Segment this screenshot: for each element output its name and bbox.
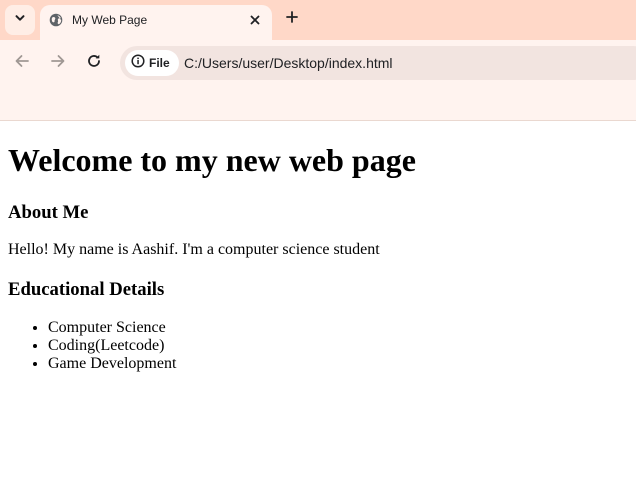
arrow-right-icon: [50, 53, 66, 74]
list-item: Coding(Leetcode): [48, 337, 176, 355]
reload-button[interactable]: [81, 50, 107, 76]
tab-close-button[interactable]: [246, 12, 264, 30]
education-list: Computer Science Coding(Leetcode) Game D…: [8, 319, 176, 373]
arrow-left-icon: [14, 53, 30, 74]
tab-title: My Web Page: [72, 13, 148, 27]
toolbar: File C:/Users/user/Desktop/index.html: [0, 40, 636, 121]
plus-icon: [286, 10, 298, 28]
chevron-down-icon: [14, 11, 26, 29]
url-text[interactable]: C:/Users/user/Desktop/index.html: [184, 55, 393, 71]
info-icon: [131, 53, 145, 73]
back-button[interactable]: [9, 50, 35, 76]
about-heading: About Me: [8, 202, 89, 223]
tab-active[interactable]: My Web Page: [40, 5, 272, 40]
site-info-chip[interactable]: File: [125, 50, 179, 76]
page-content: Welcome to my new web page About Me Hell…: [0, 121, 636, 501]
tab-strip: My Web Page: [0, 0, 636, 40]
tab-search-button[interactable]: [5, 5, 35, 35]
about-text: Hello! My name is Aashif. I'm a computer…: [8, 241, 380, 258]
forward-button[interactable]: [45, 50, 71, 76]
list-item: Computer Science: [48, 319, 176, 337]
browser-window: My Web Page File C:/Users/user/Desktop/i…: [0, 0, 636, 501]
globe-icon: [49, 13, 63, 27]
new-tab-button[interactable]: [280, 7, 304, 31]
reload-icon: [86, 53, 102, 74]
site-chip-label: File: [149, 56, 170, 70]
list-item: Game Development: [48, 355, 176, 373]
address-bar[interactable]: File C:/Users/user/Desktop/index.html: [120, 46, 636, 80]
education-heading: Educational Details: [8, 279, 165, 300]
close-icon: [250, 12, 260, 30]
page-title: Welcome to my new web page: [8, 142, 416, 178]
